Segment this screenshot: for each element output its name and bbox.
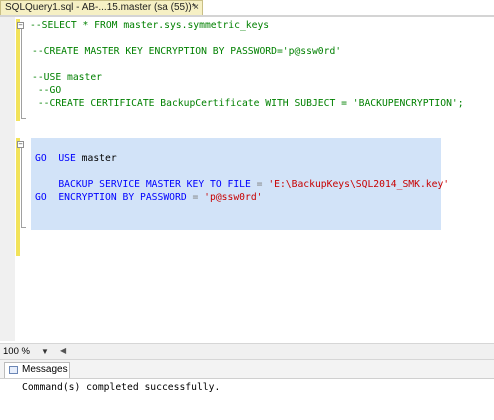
code-line-7[interactable]: --CREATE CERTIFICATE BackupCertificate W…: [32, 97, 464, 110]
document-tab-strip: SQLQuery1.sql - AB-...15.master (sa (55)…: [0, 0, 494, 17]
change-indicator-bar: [16, 19, 20, 121]
query-tab[interactable]: SQLQuery1.sql - AB-...15.master (sa (55)…: [0, 0, 203, 15]
collapse-toggle-icon[interactable]: −: [17, 22, 24, 29]
keyword-use: USE: [58, 153, 76, 164]
results-pane: Messages Command(s) completed successful…: [0, 359, 494, 420]
results-tab-strip: Messages: [0, 360, 494, 379]
database-name: master: [75, 153, 117, 164]
code-line-3[interactable]: --CREATE MASTER KEY ENCRYPTION BY PASSWO…: [32, 45, 341, 58]
collapse-toggle-icon[interactable]: −: [17, 141, 24, 148]
query-tab-title: SQLQuery1.sql - AB-...15.master (sa (55)…: [5, 2, 196, 13]
result-message: Command(s) completed successfully.: [22, 382, 221, 393]
editor-gutter: [0, 17, 15, 341]
messages-icon: [9, 366, 18, 374]
code-line-5[interactable]: --USE master: [32, 71, 102, 84]
change-indicator-bar: [16, 138, 20, 256]
code-line-11[interactable]: GO: [35, 152, 47, 165]
code-line-1[interactable]: --SELECT * FROM master.sys.symmetric_key…: [30, 19, 269, 32]
chevron-down-icon: ▼: [41, 347, 49, 356]
outline-guide-end: [21, 118, 26, 119]
code-line-14[interactable]: GO: [35, 191, 47, 204]
encryption-keywords: ENCRYPTION BY PASSWORD: [58, 192, 187, 203]
close-tab-icon[interactable]: ×: [193, 1, 199, 14]
outline-guide: [21, 29, 22, 119]
password-string: 'p@ssw0rd': [204, 192, 263, 203]
equals-operator: =: [186, 192, 205, 203]
zoom-level: 100 %: [3, 346, 30, 357]
scroll-left-arrow-icon[interactable]: ◀: [60, 346, 70, 357]
messages-tab[interactable]: Messages: [4, 362, 70, 378]
outline-guide: [21, 148, 22, 228]
code-line-6[interactable]: --GO: [32, 84, 61, 97]
backup-file-path-string: 'E:\BackupKeys\SQL2014_SMK.key': [268, 179, 450, 190]
messages-tab-label: Messages: [22, 364, 68, 375]
outline-guide-end: [21, 227, 26, 228]
code-line-13[interactable]: ENCRYPTION BY PASSWORD = 'p@ssw0rd': [35, 178, 262, 203]
zoom-dropdown[interactable]: 100 % ▼: [3, 346, 55, 357]
editor-horizontal-scrollbar[interactable]: 100 % ▼ ◀: [0, 343, 494, 359]
code-line-10[interactable]: USE master: [35, 139, 116, 164]
code-line-12[interactable]: BACKUP SERVICE MASTER KEY TO FILE = 'E:\…: [35, 165, 449, 190]
query-editor[interactable]: − − --SELECT * FROM master.sys.symmetric…: [0, 17, 494, 341]
